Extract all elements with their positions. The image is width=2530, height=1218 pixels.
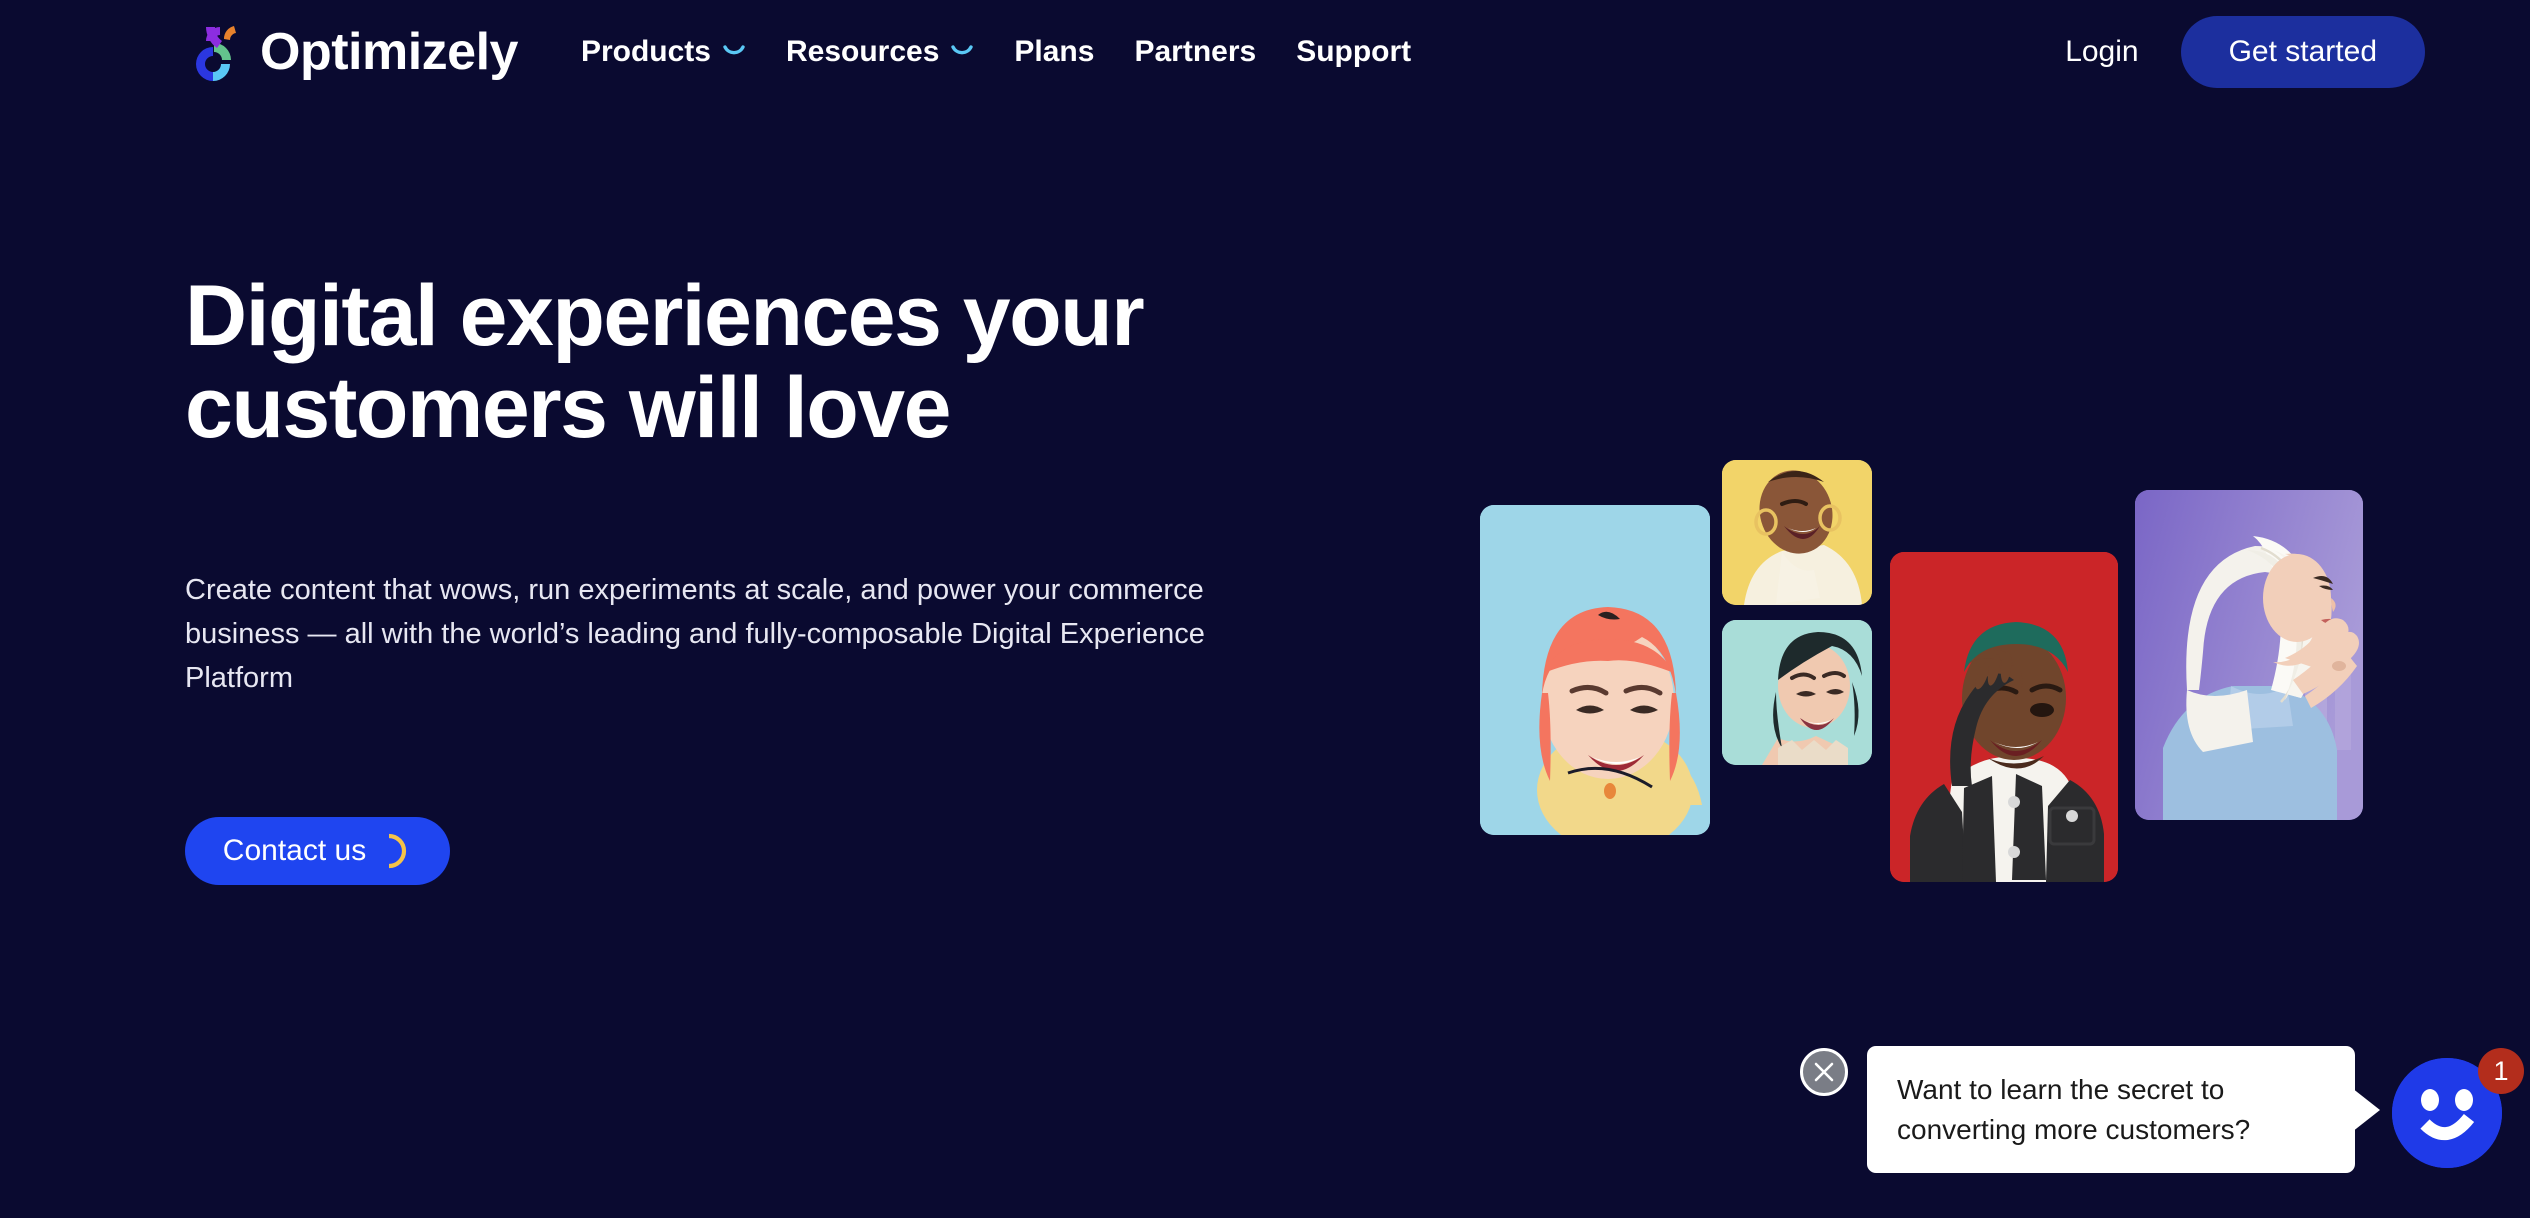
chat-close-button[interactable] <box>1800 1048 1848 1096</box>
photo-placeholder <box>1890 552 2118 882</box>
nav-item-products[interactable]: Products <box>581 35 746 69</box>
page-title: Digital experiences your customers will … <box>185 268 1145 457</box>
nav-item-plans[interactable]: Plans <box>1014 35 1094 69</box>
photo-placeholder <box>2135 490 2363 820</box>
chat-message-text: Want to learn the secret to converting m… <box>1897 1073 2251 1145</box>
chat-unread-badge: 1 <box>2478 1048 2524 1094</box>
chevron-down-icon <box>723 44 745 54</box>
site-header: Optimizely Products Resources Plans Part… <box>0 0 2530 103</box>
hero-image-collage <box>1470 440 2370 910</box>
nav-item-label: Partners <box>1134 34 1257 68</box>
nav-item-resources[interactable]: Resources <box>786 35 974 69</box>
close-x-icon <box>1814 1062 1834 1082</box>
nav-item-partners[interactable]: Partners <box>1134 35 1256 69</box>
photo-card-laughing-woman <box>1722 460 1872 605</box>
photo-card-smiling-woman-mint <box>1722 620 1872 765</box>
chat-bubble-tail <box>2352 1088 2380 1132</box>
chevron-down-icon <box>951 44 974 54</box>
photo-card-woman-hijab <box>2135 490 2363 820</box>
brand-logo[interactable]: Optimizely <box>185 21 518 83</box>
nav-item-label: Support <box>1296 34 1412 68</box>
hero-subcopy: Create content that wows, run experiment… <box>185 574 1205 695</box>
main-nav: Products Resources Plans Partners Suppor… <box>581 35 1411 69</box>
contact-us-label: Contact us <box>222 834 367 868</box>
contact-us-button[interactable]: Contact us <box>185 817 450 886</box>
photo-card-woman-pink-hair <box>1480 505 1710 835</box>
hero-content: Digital experiences your customers will … <box>185 268 1305 886</box>
photo-card-man-red <box>1890 552 2118 882</box>
nav-item-label: Products <box>580 34 711 68</box>
photo-placeholder <box>1722 460 1872 605</box>
header-actions: Login Get started <box>2065 15 2425 88</box>
nav-item-label: Resources <box>785 34 940 68</box>
photo-placeholder <box>1480 505 1710 835</box>
nav-item-support[interactable]: Support <box>1296 35 1411 69</box>
login-link[interactable]: Login <box>2065 35 2138 69</box>
brand-name: Optimizely <box>260 22 518 81</box>
crescent-arc-icon <box>389 834 407 869</box>
get-started-button[interactable]: Get started <box>2180 15 2425 88</box>
optimizely-logo-icon <box>196 25 236 81</box>
photo-placeholder <box>1722 620 1872 765</box>
chat-message-bubble[interactable]: Want to learn the secret to converting m… <box>1867 1046 2355 1173</box>
nav-item-label: Plans <box>1014 34 1095 68</box>
chat-widget: Want to learn the secret to converting m… <box>1800 1038 2530 1218</box>
